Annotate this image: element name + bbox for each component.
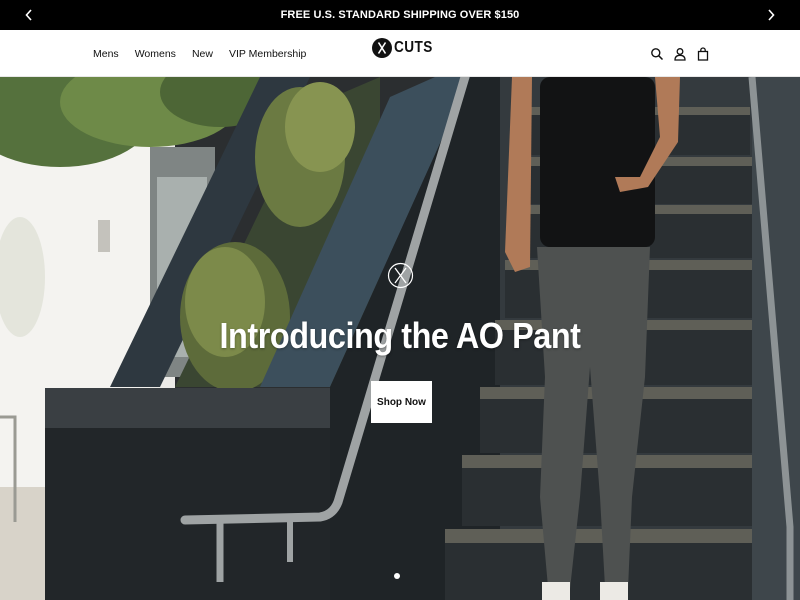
hero-title: Introducing the AO Pant xyxy=(219,315,581,356)
announcement-bar: FREE U.S. STANDARD SHIPPING OVER $150 xyxy=(0,0,800,30)
nav-item-new[interactable]: New xyxy=(192,48,213,60)
chevron-right-icon[interactable] xyxy=(756,0,786,30)
hero-banner: Introducing the AO Pant Shop Now xyxy=(0,77,800,600)
cart-icon[interactable] xyxy=(696,46,710,62)
announcement-text: FREE U.S. STANDARD SHIPPING OVER $150 xyxy=(280,9,520,21)
nav-item-vip-membership[interactable]: VIP Membership xyxy=(229,48,306,60)
nav-item-womens[interactable]: Womens xyxy=(135,48,176,60)
slide-indicator-dot[interactable] xyxy=(394,573,400,579)
hero-logo-mark-icon xyxy=(387,262,414,289)
site-logo[interactable]: CUTS xyxy=(372,38,440,58)
shop-now-button[interactable]: Shop Now xyxy=(371,381,432,423)
search-icon[interactable] xyxy=(650,46,664,62)
logo-text: CUTS xyxy=(394,39,433,56)
main-nav: Mens Womens New VIP Membership xyxy=(93,30,322,77)
nav-item-mens[interactable]: Mens xyxy=(93,48,119,60)
chevron-left-icon[interactable] xyxy=(14,0,44,30)
logo-mark-icon xyxy=(372,38,392,58)
site-header: Mens Womens New VIP Membership CUTS xyxy=(0,30,800,77)
header-actions xyxy=(641,30,710,77)
account-icon[interactable] xyxy=(673,46,687,62)
